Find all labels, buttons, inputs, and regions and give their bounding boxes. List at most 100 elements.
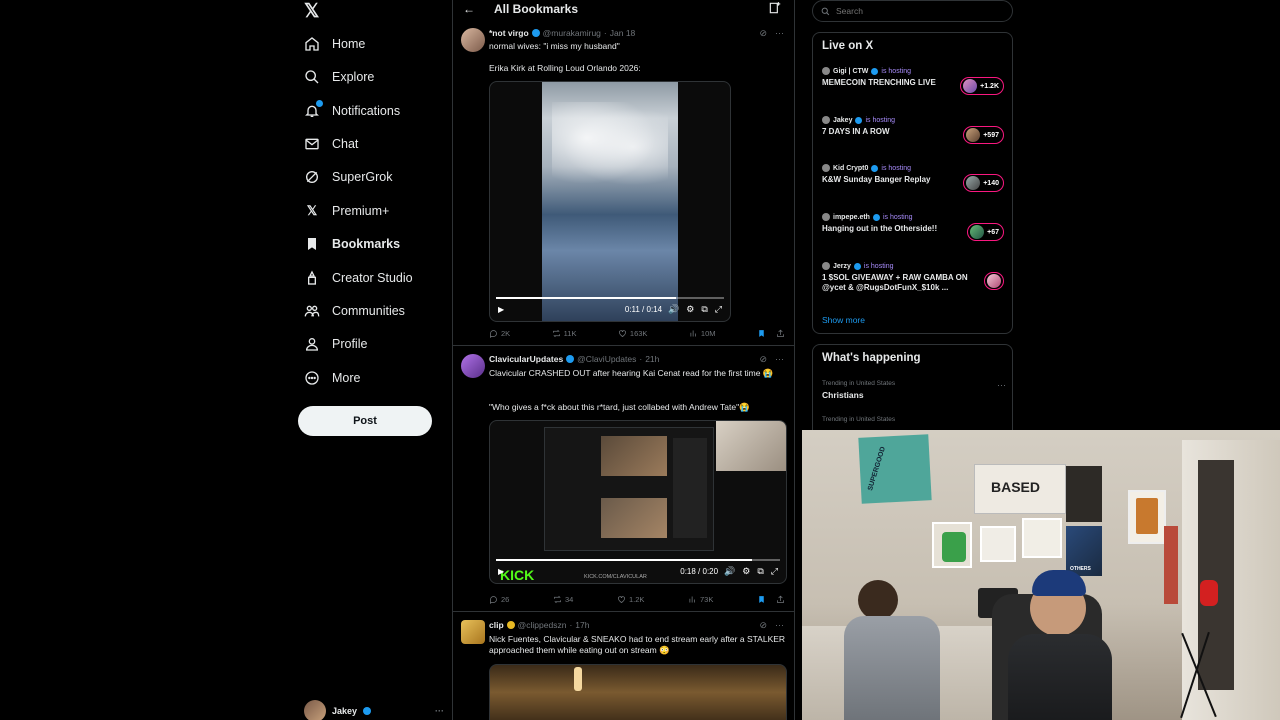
video-progress-bar[interactable] bbox=[496, 297, 724, 299]
bookmark-button[interactable] bbox=[757, 595, 766, 604]
search-box[interactable] bbox=[812, 0, 1013, 22]
avatar[interactable] bbox=[461, 354, 485, 378]
nav-label: Communities bbox=[332, 304, 405, 318]
search-input[interactable] bbox=[836, 6, 996, 16]
nav-chat[interactable]: Chat bbox=[304, 131, 358, 157]
live-title: MEMECOIN TRENCHING LIVE bbox=[822, 78, 936, 87]
nav-communities[interactable]: Communities bbox=[304, 298, 405, 324]
repost-button[interactable]: 11K bbox=[552, 329, 576, 338]
more-dots-icon[interactable]: ··· bbox=[775, 28, 784, 39]
avatar[interactable] bbox=[461, 620, 485, 644]
trend-meta: Trending in United States bbox=[822, 416, 896, 423]
grok-icon[interactable]: ⊘ bbox=[759, 28, 767, 39]
settings-icon[interactable]: ⚙ bbox=[742, 566, 750, 577]
volume-icon[interactable]: 🔊 bbox=[668, 304, 679, 315]
author-name[interactable]: ClavicularUpdates bbox=[489, 354, 563, 364]
live-item[interactable]: Kid Crypt0 is hosting K&W Sunday Banger R… bbox=[822, 164, 1006, 204]
like-button[interactable]: 163K bbox=[618, 329, 647, 338]
listener-count: +140 bbox=[983, 179, 999, 187]
trend-item[interactable]: Trending in United States bbox=[822, 416, 1006, 426]
back-arrow-icon[interactable]: ← bbox=[463, 2, 475, 16]
pip-icon[interactable]: ⧉ bbox=[701, 304, 707, 315]
video-player[interactable]: KICK KICK.COM/CLAVICULAR ▶ 0:18 / 0:20 🔊… bbox=[489, 420, 787, 584]
fullscreen-icon[interactable]: ⤢ bbox=[771, 566, 778, 577]
reply-button[interactable]: 2K bbox=[489, 329, 510, 338]
author-handle[interactable]: @ClaviUpdates bbox=[577, 354, 636, 364]
tweet[interactable]: clip @clippedszn · 17h ⊘ ··· Nick Fuente… bbox=[453, 614, 794, 720]
author-name[interactable]: clip bbox=[489, 620, 504, 630]
views-button[interactable]: 73K bbox=[688, 595, 713, 604]
video-player[interactable] bbox=[489, 664, 787, 720]
views-count: 10M bbox=[700, 329, 716, 338]
more-dots-icon[interactable]: ··· bbox=[997, 380, 1006, 390]
nav-premium[interactable]: 𝕏 Premium+ bbox=[304, 198, 390, 224]
nav-supergrok[interactable]: SuperGrok bbox=[304, 164, 392, 190]
avatar bbox=[963, 79, 978, 93]
more-dots-icon[interactable]: ··· bbox=[775, 354, 784, 365]
account-switcher[interactable]: Jakey ··· bbox=[304, 700, 444, 720]
avatar bbox=[822, 213, 830, 221]
views-count: 73K bbox=[700, 595, 714, 604]
avatar[interactable] bbox=[461, 28, 485, 52]
author-name[interactable]: *not virgo bbox=[489, 28, 529, 38]
listeners-badge[interactable]: +67 bbox=[967, 223, 1004, 241]
video-progress-bar[interactable] bbox=[496, 559, 780, 561]
live-item[interactable]: impepe.eth is hosting Hanging out in the … bbox=[822, 213, 1006, 253]
search-icon bbox=[304, 69, 320, 85]
fullscreen-icon[interactable]: ⤢ bbox=[715, 304, 722, 315]
host-name: impepe.eth bbox=[833, 213, 870, 221]
play-icon[interactable]: ▶ bbox=[498, 567, 504, 576]
repost-button[interactable]: 34 bbox=[553, 595, 573, 604]
listeners-badge[interactable]: +597 bbox=[963, 126, 1004, 144]
host-name: Jerzy bbox=[833, 262, 851, 270]
author-handle[interactable]: @clippedszn bbox=[518, 620, 567, 630]
hosting-label: is hosting bbox=[881, 164, 911, 172]
listeners-badge[interactable] bbox=[984, 272, 1004, 290]
listeners-badge[interactable]: +140 bbox=[963, 174, 1004, 192]
nav-more[interactable]: More bbox=[304, 365, 360, 391]
nav-label: SuperGrok bbox=[332, 170, 393, 184]
play-icon[interactable]: ▶ bbox=[498, 305, 504, 314]
live-item[interactable]: Gigi | CTW is hosting MEMECOIN TRENCHING … bbox=[822, 67, 1006, 107]
nav-label: Notifications bbox=[332, 104, 401, 118]
repost-icon bbox=[552, 329, 560, 338]
like-button[interactable]: 1.2K bbox=[617, 595, 644, 604]
post-button[interactable]: Post bbox=[298, 406, 432, 436]
nav-notifications[interactable]: Notifications bbox=[304, 98, 400, 124]
hosting-label: is hosting bbox=[863, 262, 894, 270]
tweet[interactable]: ClavicularUpdates @ClaviUpdates · 21h ⊘ … bbox=[453, 348, 794, 612]
header: ← All Bookmarks bbox=[453, 0, 794, 20]
reply-button[interactable]: 26 bbox=[489, 595, 509, 604]
trend-item[interactable]: Trending in United States Christians ··· bbox=[822, 380, 1006, 400]
tweet[interactable]: *not virgo @murakamirug · Jan 18 ⊘ ··· n… bbox=[453, 22, 794, 346]
settings-icon[interactable]: ⚙ bbox=[686, 304, 694, 315]
author-handle[interactable]: @murakamirug bbox=[543, 28, 601, 38]
x-logo-icon[interactable]: 𝕏 bbox=[304, 0, 319, 23]
tweet-time[interactable]: 17h bbox=[575, 620, 589, 630]
tweet-time[interactable]: 21h bbox=[645, 354, 659, 364]
video-time: 0:11 / 0:14 bbox=[624, 304, 663, 314]
nav-profile[interactable]: Profile bbox=[304, 331, 367, 357]
live-item[interactable]: Jerzy is hosting 1 $SOL GIVEAWAY + RAW GA… bbox=[822, 262, 1006, 302]
views-button[interactable]: 10M bbox=[689, 329, 716, 338]
bookmark-button[interactable] bbox=[757, 329, 766, 338]
video-player[interactable]: ▶ 0:11 / 0:14 🔊 ⚙ ⧉ ⤢ bbox=[489, 81, 731, 322]
nav-label: Chat bbox=[332, 137, 359, 151]
more-dots-icon[interactable]: ··· bbox=[775, 620, 784, 631]
new-folder-icon[interactable] bbox=[768, 1, 782, 15]
show-more-link[interactable]: Show more bbox=[822, 315, 865, 325]
nav-home[interactable]: Home bbox=[304, 31, 365, 57]
pip-icon[interactable]: ⧉ bbox=[757, 566, 763, 577]
share-button[interactable] bbox=[776, 329, 785, 338]
live-item[interactable]: Jakey is hosting 7 DAYS IN A ROW +597 bbox=[822, 116, 1006, 156]
grok-icon[interactable]: ⊘ bbox=[759, 354, 767, 365]
tweet-time[interactable]: Jan 18 bbox=[610, 28, 636, 38]
nav-bookmarks[interactable]: Bookmarks bbox=[304, 231, 400, 257]
volume-icon[interactable]: 🔊 bbox=[724, 566, 735, 577]
nav-explore[interactable]: Explore bbox=[304, 64, 374, 90]
share-button[interactable] bbox=[776, 595, 785, 604]
nav-creator-studio[interactable]: Creator Studio bbox=[304, 265, 413, 291]
listeners-badge[interactable]: +1.2K bbox=[960, 77, 1004, 95]
reply-icon bbox=[490, 596, 497, 604]
grok-icon[interactable]: ⊘ bbox=[759, 620, 767, 631]
